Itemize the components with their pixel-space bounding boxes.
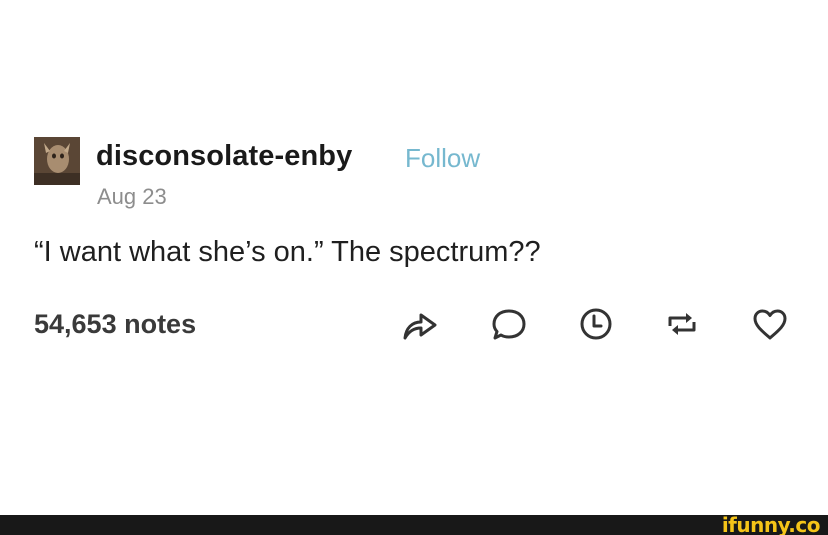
username-link[interactable]: disconsolate-enby	[96, 140, 352, 173]
schedule-button[interactable]	[576, 304, 616, 344]
heart-icon	[753, 309, 787, 340]
reblog-icon	[668, 313, 696, 335]
notes-count[interactable]: 54,653 notes	[34, 309, 196, 340]
post-body: “I want what she’s on.” The spectrum??	[34, 236, 541, 268]
ifunny-watermark: ifunny.co	[721, 513, 821, 535]
share-icon	[403, 313, 437, 340]
reblog-button[interactable]	[662, 304, 702, 344]
clock-icon	[580, 308, 612, 340]
avatar[interactable]	[34, 137, 80, 185]
reply-icon	[492, 309, 526, 340]
footer-bar: ifunny.co	[0, 515, 828, 535]
like-button[interactable]	[750, 304, 790, 344]
avatar-image	[34, 137, 80, 185]
post-card: disconsolate-enby Follow Aug 23 “I want …	[0, 0, 828, 515]
share-button[interactable]	[400, 304, 440, 344]
page: disconsolate-enby Follow Aug 23 “I want …	[0, 0, 828, 535]
follow-button[interactable]: Follow	[405, 143, 480, 174]
reply-button[interactable]	[489, 304, 529, 344]
post-date: Aug 23	[97, 184, 167, 209]
